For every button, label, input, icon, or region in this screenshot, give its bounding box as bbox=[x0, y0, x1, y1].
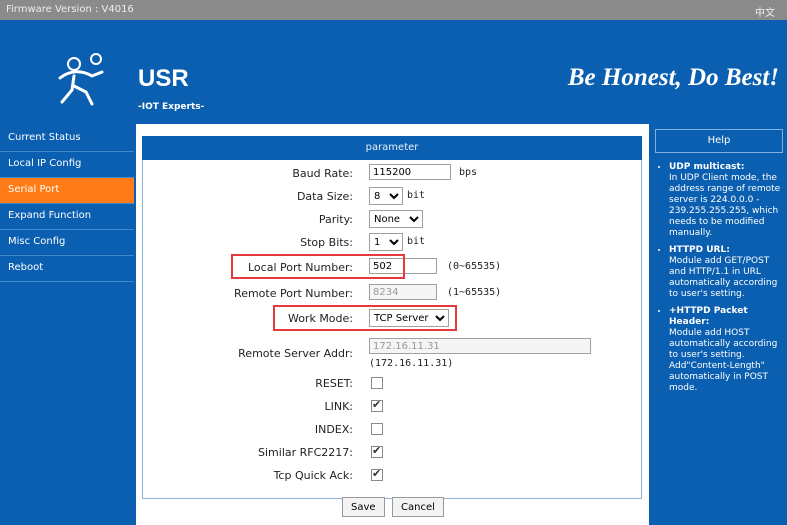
sidebar-item-expand-function[interactable]: Expand Function bbox=[0, 204, 134, 230]
remote-server-row: Remote Server Addr: (172.16.11.31) bbox=[143, 338, 643, 372]
data-size-row: Data Size: 8 bit bbox=[143, 187, 643, 207]
tcp-quick-ack-checkbox[interactable] bbox=[371, 467, 383, 481]
stop-bits-row: Stop Bits: 1 bit bbox=[143, 233, 643, 253]
help-item-text: In UDP Client mode, the address range of… bbox=[669, 173, 781, 238]
stop-bits-unit: bit bbox=[407, 236, 426, 247]
index-row: INDEX: bbox=[143, 420, 643, 440]
remote-port-input[interactable] bbox=[369, 284, 437, 300]
slogan: Be Honest, Do Best! bbox=[567, 64, 779, 91]
header-banner: USR -IOT Experts- Be Honest, Do Best! bbox=[0, 20, 787, 124]
language-switch-link[interactable]: 中文 bbox=[755, 4, 775, 19]
remote-server-input[interactable] bbox=[369, 338, 591, 354]
sidebar-item-serial-port[interactable]: Serial Port bbox=[0, 178, 134, 204]
help-item: HTTPD URL:Module add GET/POST and HTTP/1… bbox=[669, 245, 781, 300]
usr-logo-icon bbox=[58, 53, 104, 106]
sidebar-item-reboot[interactable]: Reboot bbox=[0, 256, 134, 282]
reset-row: RESET: bbox=[143, 374, 643, 394]
reset-checkbox[interactable] bbox=[371, 377, 383, 389]
reset-label: RESET: bbox=[315, 377, 353, 390]
remote-server-label: Remote Server Addr: bbox=[238, 347, 353, 360]
index-checkbox[interactable] bbox=[371, 423, 383, 435]
main-content: parameter Baud Rate: bps Data Size: 8 bi… bbox=[136, 124, 648, 525]
data-size-label: Data Size: bbox=[296, 190, 353, 203]
cancel-button[interactable]: Cancel bbox=[392, 497, 444, 517]
save-button[interactable]: Save bbox=[342, 497, 385, 517]
link-checkbox[interactable] bbox=[371, 398, 383, 412]
data-size-select[interactable]: 8 bbox=[369, 187, 403, 205]
remote-port-row: Remote Port Number: (1~65535) bbox=[143, 284, 643, 304]
form-title: parameter bbox=[142, 136, 642, 160]
remote-port-range: (1~65535) bbox=[447, 287, 502, 298]
tcp-quick-ack-label: Tcp Quick Ack: bbox=[273, 469, 353, 482]
help-item-text: Module add GET/POST and HTTP/1.1 in URL … bbox=[669, 256, 778, 299]
help-panel: Help UDP multicast:In UDP Client mode, t… bbox=[649, 124, 787, 525]
baud-rate-unit: bps bbox=[459, 167, 478, 178]
parameter-form: Baud Rate: bps Data Size: 8 bit Parity: … bbox=[142, 160, 642, 499]
link-row: LINK: bbox=[143, 397, 643, 417]
help-item-text: Module add HOST automatically according … bbox=[669, 328, 778, 393]
data-size-unit: bit bbox=[407, 190, 426, 201]
baud-rate-input[interactable] bbox=[369, 164, 451, 180]
help-item-heading: +HTTPD Packet Header: bbox=[669, 306, 748, 327]
parity-label: Parity: bbox=[318, 213, 353, 226]
remote-port-label: Remote Port Number: bbox=[234, 287, 353, 300]
baud-rate-row: Baud Rate: bps bbox=[143, 164, 643, 184]
sidebar-nav: Current Status Local IP Config Serial Po… bbox=[0, 126, 134, 282]
sidebar-item-current-status[interactable]: Current Status bbox=[0, 126, 134, 152]
local-port-range: (0~65535) bbox=[447, 261, 502, 272]
link-label: LINK: bbox=[324, 400, 353, 413]
brand-name: USR bbox=[138, 65, 189, 92]
sidebar-item-local-ip-config[interactable]: Local IP Config bbox=[0, 152, 134, 178]
help-title: Help bbox=[655, 129, 783, 153]
stop-bits-select[interactable]: 1 bbox=[369, 233, 403, 251]
brand-subtitle: -IOT Experts- bbox=[138, 102, 205, 112]
help-item: UDP multicast:In UDP Client mode, the ad… bbox=[669, 162, 781, 239]
firmware-version: Firmware Version : V4016 bbox=[6, 4, 134, 15]
parity-row: Parity: None bbox=[143, 210, 643, 230]
help-list: UDP multicast:In UDP Client mode, the ad… bbox=[649, 162, 781, 400]
parity-select[interactable]: None bbox=[369, 210, 423, 228]
rfc2217-row: Similar RFC2217: bbox=[143, 443, 643, 463]
index-label: INDEX: bbox=[314, 423, 353, 436]
remote-server-display: (172.16.11.31) bbox=[369, 358, 454, 369]
rfc2217-checkbox[interactable] bbox=[371, 444, 383, 458]
local-port-highlight bbox=[231, 254, 405, 279]
stop-bits-label: Stop Bits: bbox=[300, 236, 353, 249]
baud-rate-label: Baud Rate: bbox=[292, 167, 353, 180]
help-item-heading: UDP multicast: bbox=[669, 162, 745, 172]
sidebar-item-misc-config[interactable]: Misc Config bbox=[0, 230, 134, 256]
tcp-quick-ack-row: Tcp Quick Ack: bbox=[143, 466, 643, 486]
help-item-heading: HTTPD URL: bbox=[669, 245, 730, 255]
top-bar: Firmware Version : V4016 中文 bbox=[0, 0, 787, 20]
help-item: +HTTPD Packet Header:Module add HOST aut… bbox=[669, 306, 781, 394]
rfc2217-label: Similar RFC2217: bbox=[258, 446, 353, 459]
work-mode-highlight bbox=[273, 305, 457, 331]
